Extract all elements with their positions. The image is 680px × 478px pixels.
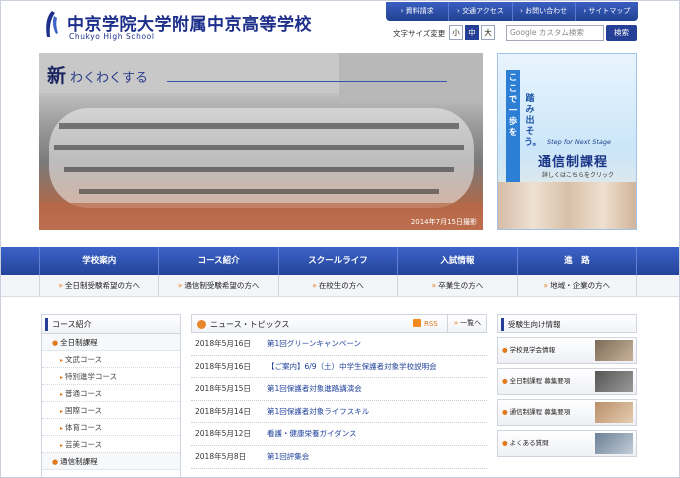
- banner-students-image: [498, 182, 636, 229]
- thumbnail-image: [595, 371, 633, 392]
- hero-photo[interactable]: 新わくわくする 2014年7月15日撮影: [39, 53, 483, 230]
- news-section: ニュース・トピックス RSS » 一覧へ 2018年5月16日 第1回グリーンキャン…: [191, 314, 487, 477]
- audience-nav: » 全日制受験希望の方へ » 通信制受験希望の方へ » 在校生の方へ » 卒業生の方へ …: [1, 275, 679, 297]
- utility-link-contact[interactable]: お問い合わせ: [511, 2, 575, 21]
- news-date: 2018年5月8日: [195, 451, 247, 461]
- news-date: 2018年5月15日: [195, 384, 251, 394]
- font-size-large-button[interactable]: 大: [481, 25, 495, 40]
- search-input[interactable]: Google カスタム検索: [506, 25, 604, 41]
- utility-link-request[interactable]: 資料請求: [386, 2, 448, 21]
- hero-rule: [167, 81, 447, 82]
- course-item[interactable]: ▸ 特別進学コース: [42, 368, 180, 385]
- exam-info-heading: 受験生向け情報: [497, 314, 637, 333]
- hero-date-caption: 2014年7月15日撮影: [410, 218, 477, 226]
- course-item[interactable]: ▸ 体育コース: [42, 419, 180, 436]
- course-item[interactable]: ▸ 芸美コース: [42, 436, 180, 453]
- audience-link-students[interactable]: » 在校生の方へ: [277, 275, 397, 297]
- exam-card-correspondence-guidelines[interactable]: ● 通信制課程 募集要項: [497, 399, 637, 426]
- news-header: ニュース・トピックス RSS » 一覧へ: [191, 314, 487, 333]
- audience-link-correspondence[interactable]: » 通信制受験希望の方へ: [158, 275, 277, 297]
- audience-link-fulltime[interactable]: » 全日制受験希望の方へ: [39, 275, 158, 297]
- news-date: 2018年5月12日: [195, 429, 251, 439]
- news-item[interactable]: 2018年5月14日 第1回保護者対象ライフスキル: [191, 401, 487, 424]
- course-item[interactable]: ▸ 普通コース: [42, 385, 180, 402]
- news-title[interactable]: 看護・健康栄養ガイダンス: [267, 423, 357, 445]
- utility-link-sitemap[interactable]: サイトマップ: [574, 2, 638, 21]
- site-header: 中京学院大学附属中京高等学校 Chukyo High School 資料請求 交…: [1, 1, 679, 49]
- exam-card-faq[interactable]: ● よくある質問: [497, 430, 637, 457]
- audience-link-community[interactable]: » 地域・企業の方へ: [516, 275, 638, 297]
- school-logo-icon[interactable]: [43, 10, 61, 38]
- course-item[interactable]: ▸ 文武コース: [42, 351, 180, 368]
- news-list-link[interactable]: » 一覧へ: [447, 315, 487, 332]
- thumbnail-image: [595, 340, 633, 361]
- news-title[interactable]: 第1回評集会: [267, 446, 309, 468]
- banner-vertical-badge: ここで一歩を: [506, 70, 520, 182]
- main-nav: 学校案内 コース紹介 スクールライフ 入試情報 進 路: [1, 247, 679, 275]
- course-category-correspondence[interactable]: ● 通信制課程: [42, 453, 180, 470]
- font-size-small-button[interactable]: 小: [449, 25, 463, 40]
- course-category-fulltime[interactable]: ● 全日制課程: [42, 334, 180, 351]
- main-nav-courses[interactable]: コース紹介: [158, 247, 277, 275]
- banner-heading: 通信制課程: [538, 155, 609, 170]
- exam-card-open-school[interactable]: ● 学校見学会情報: [497, 337, 637, 364]
- news-item[interactable]: 2018年5月16日 【ご案内】6/9（土）中学生保護者対象学校説明会: [191, 356, 487, 379]
- main-nav-school-life[interactable]: スクールライフ: [277, 247, 397, 275]
- news-item[interactable]: 2018年5月16日 第1回グリーンキャンペーン: [191, 333, 487, 356]
- news-heading: ニュース・トピックス: [210, 320, 290, 329]
- main-nav-career[interactable]: 進 路: [516, 247, 638, 275]
- news-title[interactable]: 第1回グリーンキャンペーン: [267, 333, 361, 355]
- banner-step-text: Step for Next Stage: [547, 138, 611, 146]
- site-subtitle: Chukyo High School: [69, 32, 155, 41]
- rss-link[interactable]: RSS: [413, 319, 438, 330]
- font-size-label: 文字サイズ変更: [393, 29, 446, 38]
- hero-tagline: 新わくわくする: [47, 65, 149, 87]
- audience-link-graduates[interactable]: » 卒業生の方へ: [397, 275, 516, 297]
- news-title[interactable]: 【ご案内】6/9（土）中学生保護者対象学校説明会: [267, 356, 437, 378]
- exam-card-fulltime-guidelines[interactable]: ● 全日制課程 募集要項: [497, 368, 637, 395]
- news-item[interactable]: 2018年5月12日 看護・健康栄養ガイダンス: [191, 423, 487, 446]
- page: 中京学院大学附属中京高等学校 Chukyo High School 資料請求 交…: [0, 0, 680, 478]
- news-item[interactable]: 2018年5月15日 第1回保護者対象進路講演会: [191, 378, 487, 401]
- news-title[interactable]: 第1回保護者対象進路講演会: [267, 378, 362, 400]
- utility-link-access[interactable]: 交通アクセス: [448, 2, 511, 21]
- news-date: 2018年5月16日: [195, 339, 251, 348]
- course-box-heading: コース紹介: [42, 315, 180, 334]
- font-size-medium-button[interactable]: 中: [465, 25, 479, 40]
- search-button[interactable]: 検索: [606, 25, 637, 41]
- banner-vertical-text: 踏み出そう。: [524, 94, 542, 148]
- news-date: 2018年5月16日: [195, 361, 251, 371]
- exam-info-section: 受験生向け情報 ● 学校見学会情報 ● 全日制課程 募集要項 ● 通信制課程 募集要項…: [497, 314, 637, 477]
- news-item[interactable]: 2018年5月8日 第1回評集会: [191, 446, 487, 469]
- main-nav-admissions[interactable]: 入試情報: [397, 247, 516, 275]
- thumbnail-image: [595, 402, 633, 423]
- banner-click-text: 詳しくはこちらをクリック: [542, 172, 615, 179]
- main-nav-about[interactable]: 学校案内: [39, 247, 158, 275]
- course-box: コース紹介 ● 全日制課程 ▸ 文武コース ▸ 特別進学コース ▸ 普通コース ▸ 国際コ…: [41, 314, 181, 477]
- news-date: 2018年5月14日: [195, 406, 251, 416]
- course-item[interactable]: ▸ 国際コース: [42, 402, 180, 419]
- correspondence-banner[interactable]: ここで一歩を 踏み出そう。 Step for Next Stage 通信制課程 …: [497, 53, 637, 230]
- thumbnail-image: [595, 433, 633, 454]
- rss-icon: [413, 319, 421, 327]
- speech-bubble-icon: [197, 320, 206, 329]
- news-title[interactable]: 第1回保護者対象ライフスキル: [267, 401, 369, 423]
- utility-nav: 資料請求 交通アクセス お問い合わせ サイトマップ: [386, 2, 638, 21]
